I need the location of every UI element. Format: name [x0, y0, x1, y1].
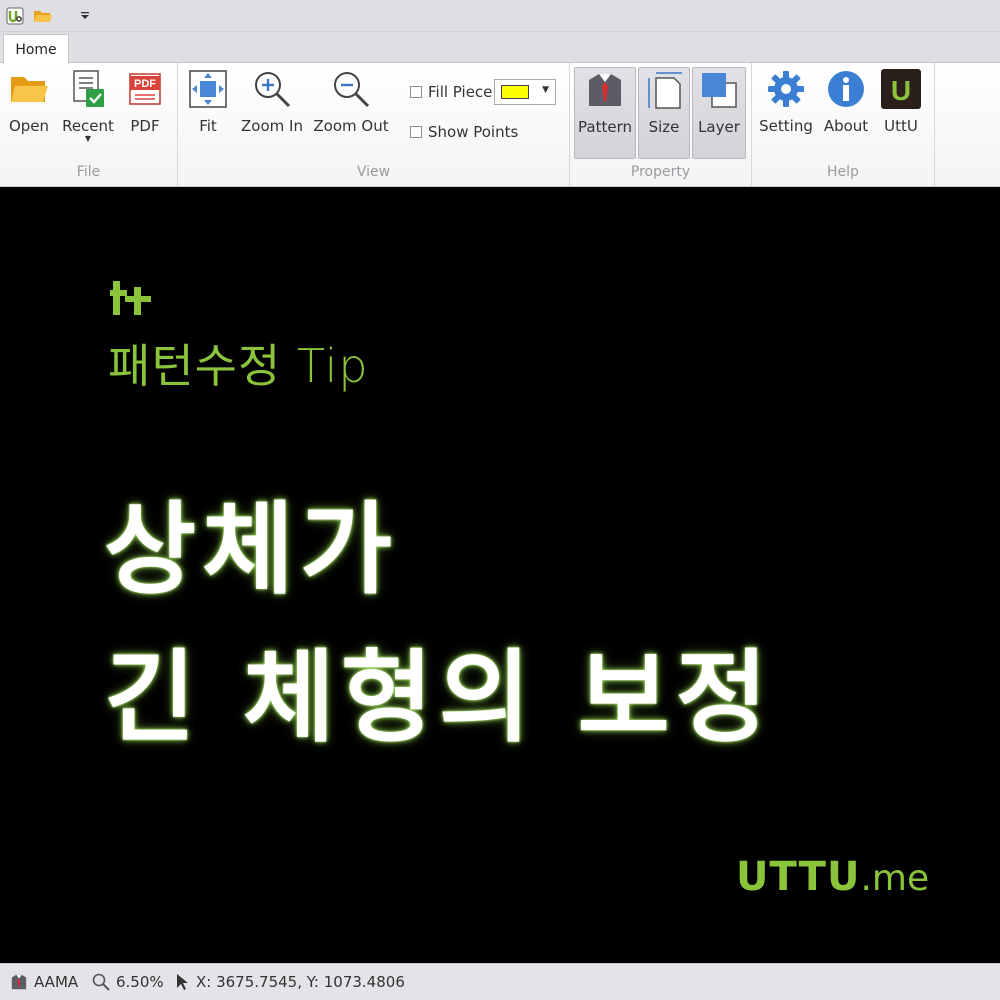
tab-strip: Home: [0, 32, 1000, 64]
fill-piece-checkbox[interactable]: Fill Piece: [410, 83, 492, 101]
recent-button[interactable]: Recent ▼: [60, 67, 116, 159]
help-group: Setting About U UttU Help: [752, 63, 935, 186]
status-bar: AAMA 6.50% X: 3675.7545, Y: 1073.4806: [0, 963, 1000, 1000]
svg-text:U: U: [891, 75, 911, 106]
setting-button[interactable]: Setting: [758, 67, 814, 159]
headline-line-2: 긴 체형의 보정: [104, 639, 774, 756]
property-group: Pattern Size Layer Property: [570, 63, 752, 186]
tab-home[interactable]: Home: [3, 34, 69, 64]
open-folder-icon[interactable]: [32, 5, 54, 27]
layer-button[interactable]: Layer: [692, 67, 746, 159]
zoom-out-icon: [329, 67, 373, 111]
ribbon: Open Recent ▼ PDF PDF File Fit Zoom In Z…: [0, 62, 1000, 187]
layer-icon: [697, 68, 741, 112]
tip-title: 패턴수정 Tip: [108, 339, 369, 393]
open-button[interactable]: Open: [4, 67, 54, 159]
zoom-in-icon: [250, 67, 294, 111]
headline-line-1: 상체가: [104, 491, 398, 608]
group-label-property: Property: [630, 164, 691, 180]
info-icon: [824, 67, 868, 111]
group-label-view: View: [356, 164, 391, 180]
zoom-in-button[interactable]: Zoom In: [240, 67, 304, 159]
customize-dropdown-icon[interactable]: [78, 5, 92, 27]
group-label-file: File: [76, 164, 101, 180]
logo-brand: UTTU: [736, 854, 861, 900]
site-logo: UTTU .me: [736, 854, 929, 900]
status-zoom: 6.50%: [92, 973, 164, 991]
svg-text:PDF: PDF: [134, 78, 156, 90]
checkbox-box: [410, 86, 422, 98]
cursor-icon: [176, 973, 190, 991]
checkbox-box: [410, 126, 422, 138]
pdf-icon: PDF: [123, 67, 167, 111]
app-logo-icon[interactable]: [4, 5, 26, 27]
show-points-checkbox[interactable]: Show Points: [410, 123, 518, 141]
zoom-out-button[interactable]: Zoom Out: [312, 67, 390, 159]
status-pattern: AAMA: [10, 973, 78, 991]
fill-color-dropdown[interactable]: ▼: [494, 79, 556, 105]
group-label-help: Help: [827, 164, 859, 180]
file-group: Open Recent ▼ PDF PDF File: [0, 63, 178, 186]
about-button[interactable]: About: [820, 67, 872, 159]
drawing-canvas[interactable]: 패턴수정 Tip 상체가 긴 체형의 보정 UTTU .me: [0, 188, 1000, 963]
magnifier-icon: [92, 973, 110, 991]
pdf-button[interactable]: PDF PDF: [122, 67, 168, 159]
uttu-mark-icon: [110, 281, 156, 319]
open-folder-icon: [7, 67, 51, 111]
chevron-down-icon: ▼: [542, 85, 549, 95]
size-icon: [642, 68, 686, 112]
fit-view-icon: [186, 67, 230, 111]
shirt-tie-icon: [10, 973, 28, 991]
uttu-button[interactable]: U UttU: [878, 67, 924, 159]
chevron-down-icon: ▼: [84, 134, 92, 143]
recent-documents-icon: [66, 67, 110, 111]
uttu-logo-icon: U: [879, 67, 923, 111]
pattern-button[interactable]: Pattern: [574, 67, 636, 159]
fit-button[interactable]: Fit: [184, 67, 232, 159]
color-swatch: [501, 85, 529, 99]
gear-icon: [764, 67, 808, 111]
title-bar: [0, 0, 1000, 32]
size-button[interactable]: Size: [638, 67, 690, 159]
shirt-tie-icon: [583, 68, 627, 112]
status-coordinates: X: 3675.7545, Y: 1073.4806: [176, 973, 405, 991]
logo-domain: .me: [860, 858, 930, 899]
